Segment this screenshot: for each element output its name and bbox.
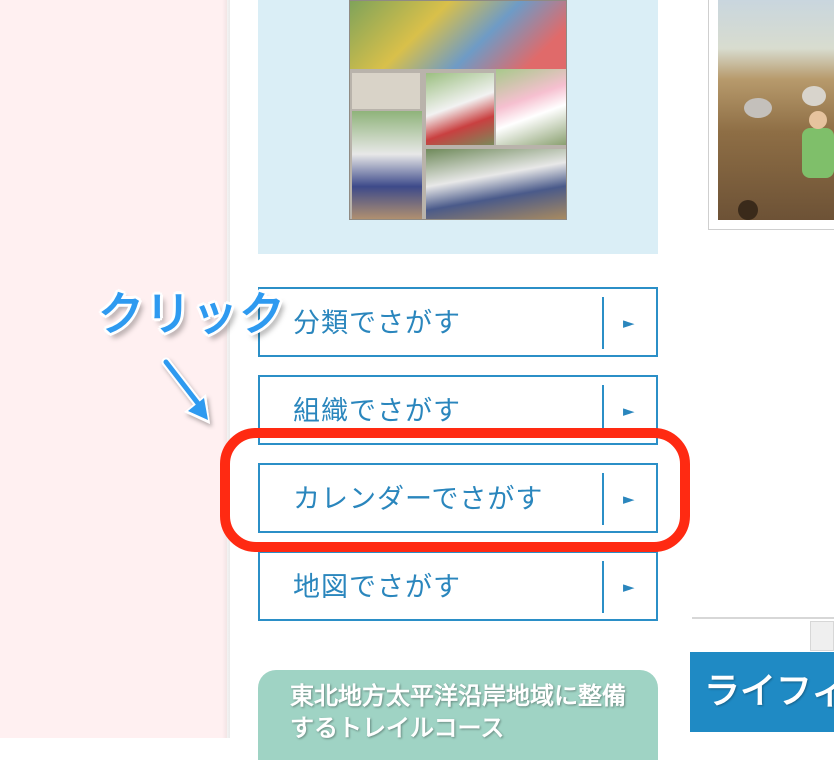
arrow-right-icon: ► xyxy=(623,314,635,332)
small-tab[interactable] xyxy=(810,621,834,651)
highlight-circle xyxy=(220,428,690,552)
search-by-map-button[interactable]: 地図でさがす ► xyxy=(258,551,658,621)
left-column-shadow xyxy=(222,0,230,738)
click-instruction-label: クリック xyxy=(98,287,286,341)
magazine-photo-mid xyxy=(426,73,494,145)
magazine-photo-left xyxy=(352,111,422,219)
button-divider xyxy=(602,297,604,349)
search-by-category-button[interactable]: 分類でさがす ► xyxy=(258,287,658,357)
button-divider xyxy=(602,561,604,613)
magazine-photo-right xyxy=(496,69,566,145)
arrow-right-icon: ► xyxy=(623,578,635,596)
search-by-map-label: 地図でさがす xyxy=(293,572,461,603)
feature-photo-scene xyxy=(738,86,834,220)
pointer-arrow-icon xyxy=(161,357,210,424)
life-info-banner[interactable]: ライフィ xyxy=(690,652,834,732)
magazine-photo-bottom xyxy=(426,149,566,219)
search-by-category-label: 分類でさがす xyxy=(293,308,461,339)
pr-magazine-image[interactable] xyxy=(349,0,567,220)
trail-course-banner-text: 東北地方太平洋沿岸地域に整備するトレイルコース xyxy=(290,682,626,742)
trail-course-banner[interactable]: 東北地方太平洋沿岸地域に整備するトレイルコース xyxy=(258,670,658,760)
magazine-photo-top xyxy=(350,1,566,69)
magazine-text-block xyxy=(352,73,420,109)
life-info-banner-text: ライフィ xyxy=(704,671,834,712)
feature-photo[interactable] xyxy=(718,0,834,220)
section-divider xyxy=(692,617,834,619)
